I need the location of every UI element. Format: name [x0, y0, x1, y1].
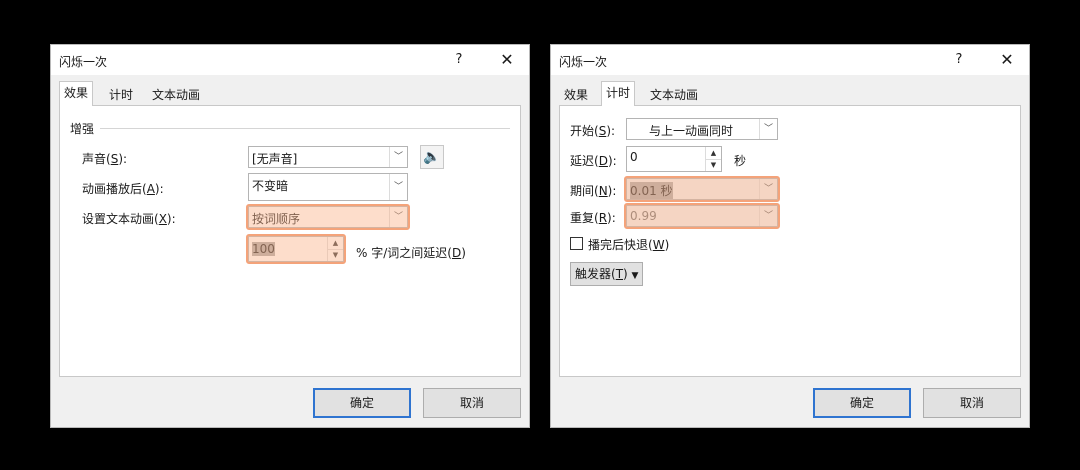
sound-volume-button[interactable]: 🔈 [420, 145, 444, 169]
dialog-title: 闪烁一次 [59, 55, 108, 69]
chevron-down-icon[interactable]: ﹀ [389, 207, 407, 227]
close-button[interactable]: ✕ [995, 50, 1019, 70]
tab-timing[interactable]: 计时 [601, 81, 636, 106]
start-label: 开始(S): [570, 124, 616, 138]
chevron-down-icon[interactable]: ﹀ [389, 174, 407, 200]
duration-combobox[interactable]: 0.01 秒 ﹀ [626, 178, 778, 200]
ok-button[interactable]: 确定 [313, 388, 411, 418]
effect-options-dialog-timing: 闪烁一次 ? ✕ 效果 计时 文本动画 开始(S): 与上一动画同时 ﹀ 延迟(… [550, 44, 1030, 428]
repeat-combobox[interactable]: 0.99 ﹀ [626, 205, 778, 227]
chevron-down-icon[interactable]: ﹀ [759, 179, 777, 199]
repeat-value: 0.99 [630, 209, 657, 223]
effect-options-dialog-effect: 闪烁一次 ? ✕ 效果 计时 文本动画 增强 声音(S): [无声音] ﹀ 🔈 … [50, 44, 530, 428]
rewind-checkbox[interactable] [570, 237, 583, 250]
animate-text-combobox[interactable]: 按词顺序 ﹀ [248, 206, 408, 228]
tab-effect[interactable]: 效果 [59, 81, 94, 106]
repeat-label: 重复(R): [570, 211, 616, 225]
text-delay-spinner[interactable]: 100 ▲ ▼ [248, 236, 344, 262]
tab-effect[interactable]: 效果 [559, 84, 593, 104]
sound-combobox[interactable]: [无声音] ﹀ [248, 146, 408, 168]
sound-value: [无声音] [252, 152, 298, 166]
delay-unit: 秒 [734, 154, 747, 168]
duration-label: 期间(N): [570, 184, 617, 198]
delay-label: 延迟(D): [570, 154, 617, 168]
chevron-down-icon[interactable]: ﹀ [759, 206, 777, 226]
title-bar: 闪烁一次 ? ✕ [551, 45, 1029, 75]
tab-timing[interactable]: 计时 [104, 84, 138, 104]
animate-text-value: 按词顺序 [252, 212, 301, 226]
cancel-button[interactable]: 取消 [423, 388, 521, 418]
duration-value: 0.01 秒 [630, 182, 673, 199]
speaker-icon: 🔈 [423, 149, 441, 165]
rewind-label: 播完后快退(W) [588, 238, 670, 252]
animate-text-label: 设置文本动画(X): [82, 212, 176, 226]
dialog-title: 闪烁一次 [559, 55, 608, 69]
after-animation-value: 不变暗 [252, 179, 289, 193]
spin-down-icon[interactable]: ▼ [705, 159, 721, 171]
start-value: 与上一动画同时 [649, 124, 734, 138]
enhancements-group-label: 增强 [70, 122, 95, 136]
group-divider [100, 128, 510, 129]
triggers-button[interactable]: 触发器(T) ▼ [570, 262, 644, 286]
tab-text-animation[interactable]: 文本动画 [645, 84, 703, 104]
start-combobox[interactable]: 与上一动画同时 ﹀ [626, 118, 778, 140]
title-bar: 闪烁一次 ? ✕ [51, 45, 529, 75]
sound-label: 声音(S): [82, 152, 128, 166]
text-delay-suffix: % 字/词之间延迟(D) [356, 246, 466, 260]
chevron-down-icon[interactable]: ﹀ [389, 147, 407, 167]
help-button[interactable]: ? [947, 50, 971, 70]
tab-text-animation[interactable]: 文本动画 [147, 84, 205, 104]
ok-button[interactable]: 确定 [813, 388, 911, 418]
spin-down-icon[interactable]: ▼ [327, 249, 343, 261]
timing-panel: 开始(S): 与上一动画同时 ﹀ 延迟(D): 0 ▲ ▼ 秒 期间(N): 0… [559, 105, 1021, 377]
effect-panel: 增强 声音(S): [无声音] ﹀ 🔈 动画播放后(A): 不变暗 ﹀ 设置文本… [59, 105, 521, 377]
delay-spinner[interactable]: 0 ▲ ▼ [626, 146, 722, 172]
after-animation-combobox[interactable]: 不变暗 ﹀ [248, 173, 408, 201]
cancel-button[interactable]: 取消 [923, 388, 1021, 418]
delay-value: 0 [630, 150, 638, 164]
after-animation-label: 动画播放后(A): [82, 182, 164, 196]
triggers-label: 触发器(T) [575, 267, 628, 281]
chevron-down-icon[interactable]: ﹀ [759, 119, 777, 139]
close-button[interactable]: ✕ [495, 50, 519, 70]
double-chevron-down-icon: ▼ [631, 271, 639, 281]
help-button[interactable]: ? [447, 50, 471, 70]
text-delay-value: 100 [252, 242, 275, 256]
